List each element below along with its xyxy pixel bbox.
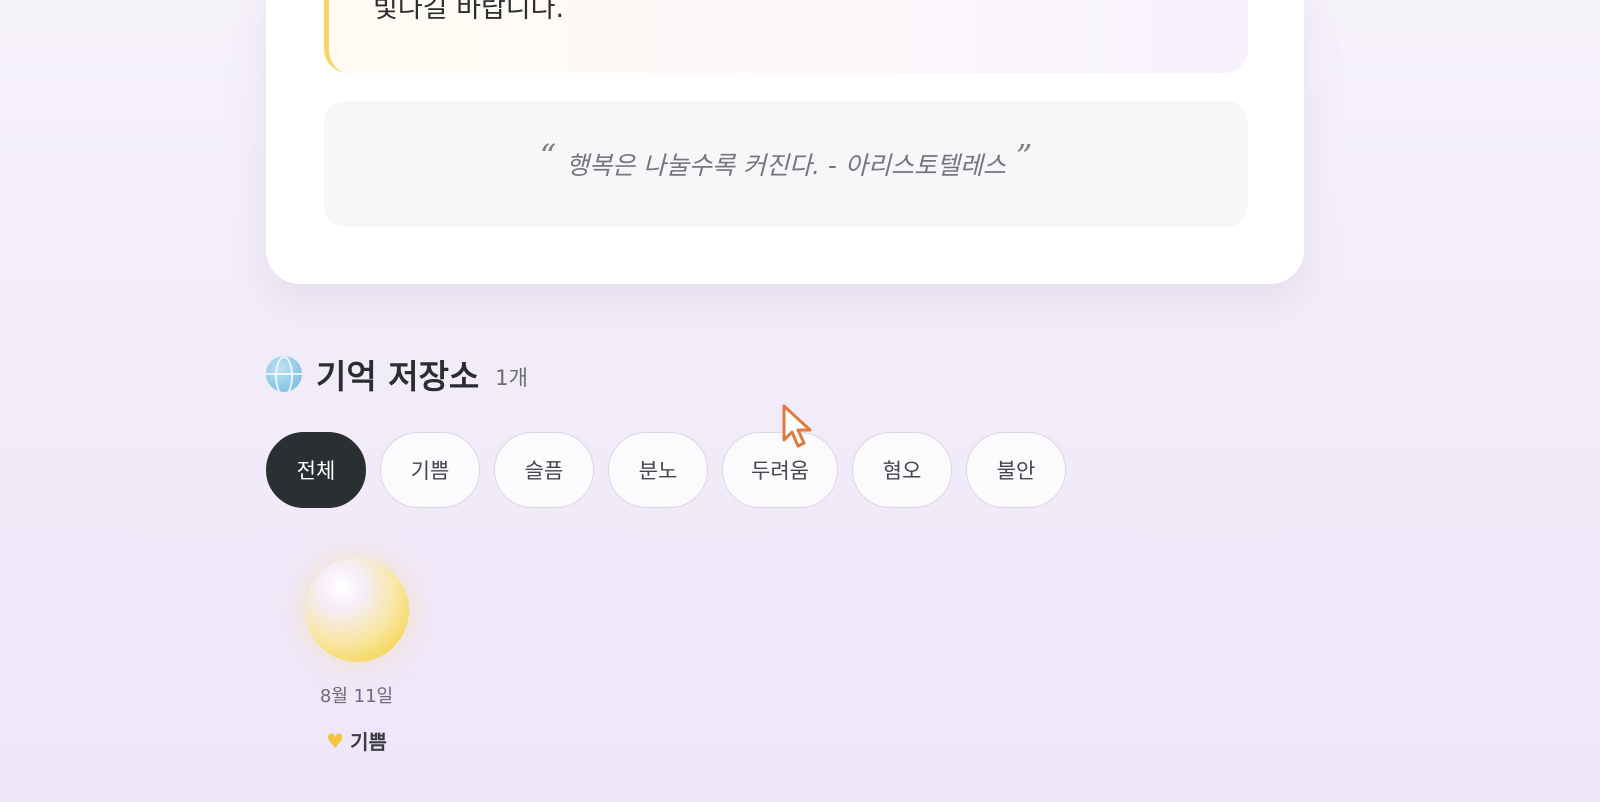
section-title: 기억 저장소 <box>316 357 480 396</box>
open-quote-icon: “ <box>539 137 557 175</box>
memory-emotion-label: 기쁨 <box>350 730 387 754</box>
filter-anger[interactable]: 분노 <box>608 432 708 508</box>
filter-disgust[interactable]: 혐오 <box>851 432 952 508</box>
globe-icon <box>266 356 302 392</box>
memory-orb[interactable] <box>304 558 409 662</box>
memory-date: 8월 11일 <box>319 686 394 707</box>
mouse-cursor-icon <box>782 404 812 448</box>
quote-box: “ 행복은 나눌수록 커진다. - 아리스토텔레스 ” <box>324 101 1248 227</box>
filter-anxiety[interactable]: 불안 <box>965 432 1066 508</box>
filter-joy[interactable]: 기쁨 <box>380 432 480 508</box>
memory-item[interactable]: 8월 11일 ♥ 기쁨 <box>300 558 413 755</box>
quote-text: 행복은 나눌수록 커진다. - 아리스토텔레스 <box>566 151 1006 180</box>
memory-section-header: 기억 저장소 1개 <box>266 350 528 398</box>
memory-emotion: ♥ 기쁨 <box>326 726 387 755</box>
result-card: 빛나길 바랍니다. “ 행복은 나눌수록 커진다. - 아리스토텔레스 ” <box>266 0 1304 284</box>
message-box: 빛나길 바랍니다. <box>324 0 1248 73</box>
filter-fear[interactable]: 두려움 <box>722 432 838 508</box>
emotion-filters: 전체 기쁨 슬픔 분노 두려움 혐오 불안 <box>266 432 1066 508</box>
yellow-heart-icon: ♥ <box>326 728 345 753</box>
filter-sadness[interactable]: 슬픔 <box>494 432 594 508</box>
filter-all[interactable]: 전체 <box>266 432 366 508</box>
close-quote-icon: ” <box>1015 137 1033 175</box>
message-text: 빛나길 바랍니다. <box>373 0 565 24</box>
memory-count: 1개 <box>495 366 528 390</box>
